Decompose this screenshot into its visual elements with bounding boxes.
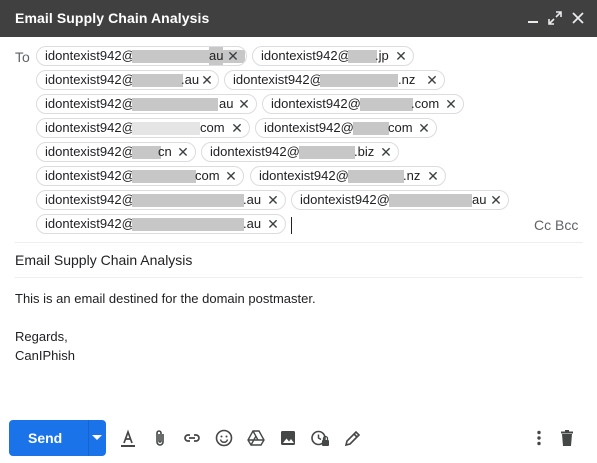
subject-field[interactable]: Email Supply Chain Analysis <box>15 252 192 268</box>
domain-suffix: cn <box>158 144 172 159</box>
remove-recipient-icon[interactable]: ✕ <box>426 167 440 185</box>
domain-suffix: .jp <box>375 48 389 63</box>
recipient-chip[interactable]: idontexist942@ au ✕ <box>36 46 247 66</box>
redacted-domain <box>132 194 244 207</box>
minimize-icon[interactable] <box>524 9 542 27</box>
to-label: To <box>15 49 30 65</box>
confidential-icon[interactable] <box>309 427 331 449</box>
recipient-chip[interactable]: idontexist942@ au ✕ <box>36 94 257 114</box>
body-line: Regards, <box>15 329 68 344</box>
recipient-chip[interactable]: idontexist942@ .jp ✕ <box>252 46 414 66</box>
signature-icon[interactable] <box>341 427 363 449</box>
compose-title-bar: Email Supply Chain Analysis <box>0 0 597 37</box>
domain-suffix: .biz <box>354 144 375 159</box>
expand-icon[interactable] <box>546 9 564 27</box>
domain-suffix: .au <box>243 216 262 231</box>
redacted-domain <box>132 170 196 183</box>
drive-icon[interactable] <box>245 427 267 449</box>
recipient-chip[interactable]: idontexist942@ com ✕ <box>36 118 250 138</box>
remove-recipient-icon[interactable]: ✕ <box>379 143 393 161</box>
domain-suffix: .au <box>243 192 262 207</box>
redacted-domain <box>132 74 183 87</box>
compose-title: Email Supply Chain Analysis <box>15 10 210 26</box>
body-line: This is an email destined for the domain… <box>15 291 316 306</box>
remove-recipient-icon[interactable]: ✕ <box>237 95 251 113</box>
recipient-chip[interactable]: idontexist942@ au ✕ <box>291 190 509 210</box>
domain-suffix: au <box>219 96 234 111</box>
formatting-icon[interactable] <box>117 427 139 449</box>
recipient-chip[interactable]: idontexist942@ .nz ✕ <box>250 166 446 186</box>
schedule-send-dropdown-icon[interactable] <box>90 429 104 445</box>
redacted-domain <box>348 50 377 63</box>
attach-icon[interactable] <box>149 427 171 449</box>
body-line: CanIPhish <box>15 348 75 363</box>
to-input-caret[interactable] <box>291 217 292 234</box>
recipient-chip[interactable]: idontexist942@ com ✕ <box>36 166 244 186</box>
recipient-chip[interactable]: idontexist942@ .nz ✕ <box>224 70 445 90</box>
domain-suffix: .nz <box>403 168 421 183</box>
remove-recipient-icon[interactable]: ✕ <box>425 71 439 89</box>
redacted-domain <box>389 194 472 207</box>
redacted-domain <box>132 218 244 231</box>
domain-suffix: .au <box>181 72 200 87</box>
recipient-chip[interactable]: idontexist942@ .com ✕ <box>262 94 464 114</box>
remove-recipient-icon[interactable]: ✕ <box>417 119 431 137</box>
domain-suffix: au <box>209 47 224 65</box>
domain-suffix: .nz <box>398 72 416 87</box>
redacted-domain <box>320 74 398 87</box>
domain-suffix: com <box>388 120 413 135</box>
emoji-icon[interactable] <box>213 427 235 449</box>
divider <box>15 242 583 243</box>
redacted-domain <box>348 170 404 183</box>
send-button[interactable]: Send <box>9 420 106 456</box>
remove-recipient-icon[interactable]: ✕ <box>226 47 240 65</box>
send-label: Send <box>28 430 63 446</box>
redacted-domain <box>353 122 389 135</box>
domain-suffix: com <box>200 120 225 135</box>
redacted-domain <box>360 98 413 111</box>
recipient-chip[interactable]: idontexist942@ com ✕ <box>255 118 437 138</box>
redacted-domain <box>132 146 161 159</box>
domain-suffix: .com <box>411 96 440 111</box>
remove-recipient-icon[interactable]: ✕ <box>394 47 408 65</box>
photo-icon[interactable] <box>277 427 299 449</box>
redacted-domain <box>132 122 200 135</box>
recipient-chip[interactable]: idontexist942@ .au ✕ <box>36 70 219 90</box>
recipient-chip[interactable]: idontexist942@ .biz ✕ <box>201 142 399 162</box>
remove-recipient-icon[interactable]: ✕ <box>489 191 503 209</box>
recipient-chip[interactable]: idontexist942@ .au ✕ <box>36 214 286 234</box>
domain-suffix: com <box>195 168 220 183</box>
close-icon[interactable] <box>569 9 587 27</box>
recipient-chip[interactable]: idontexist942@ cn ✕ <box>36 142 196 162</box>
send-divider <box>88 420 89 456</box>
remove-recipient-icon[interactable]: ✕ <box>224 167 238 185</box>
redacted-domain <box>132 98 218 111</box>
divider <box>15 277 583 278</box>
link-icon[interactable] <box>181 427 203 449</box>
remove-recipient-icon[interactable]: ✕ <box>266 191 280 209</box>
recipient-chip[interactable]: idontexist942@ .au ✕ <box>36 190 286 210</box>
redacted-domain <box>299 146 355 159</box>
more-options-icon[interactable] <box>528 427 550 449</box>
remove-recipient-icon[interactable]: ✕ <box>266 215 280 233</box>
domain-suffix: au <box>472 192 487 207</box>
cc-bcc-link[interactable]: Cc Bcc <box>534 217 578 233</box>
remove-recipient-icon[interactable]: ✕ <box>200 71 214 89</box>
delete-icon[interactable] <box>556 427 578 449</box>
compose-window: Email Supply Chain Analysis To idontexis… <box>0 0 597 463</box>
remove-recipient-icon[interactable]: ✕ <box>444 95 458 113</box>
remove-recipient-icon[interactable]: ✕ <box>230 119 244 137</box>
remove-recipient-icon[interactable]: ✕ <box>176 143 190 161</box>
